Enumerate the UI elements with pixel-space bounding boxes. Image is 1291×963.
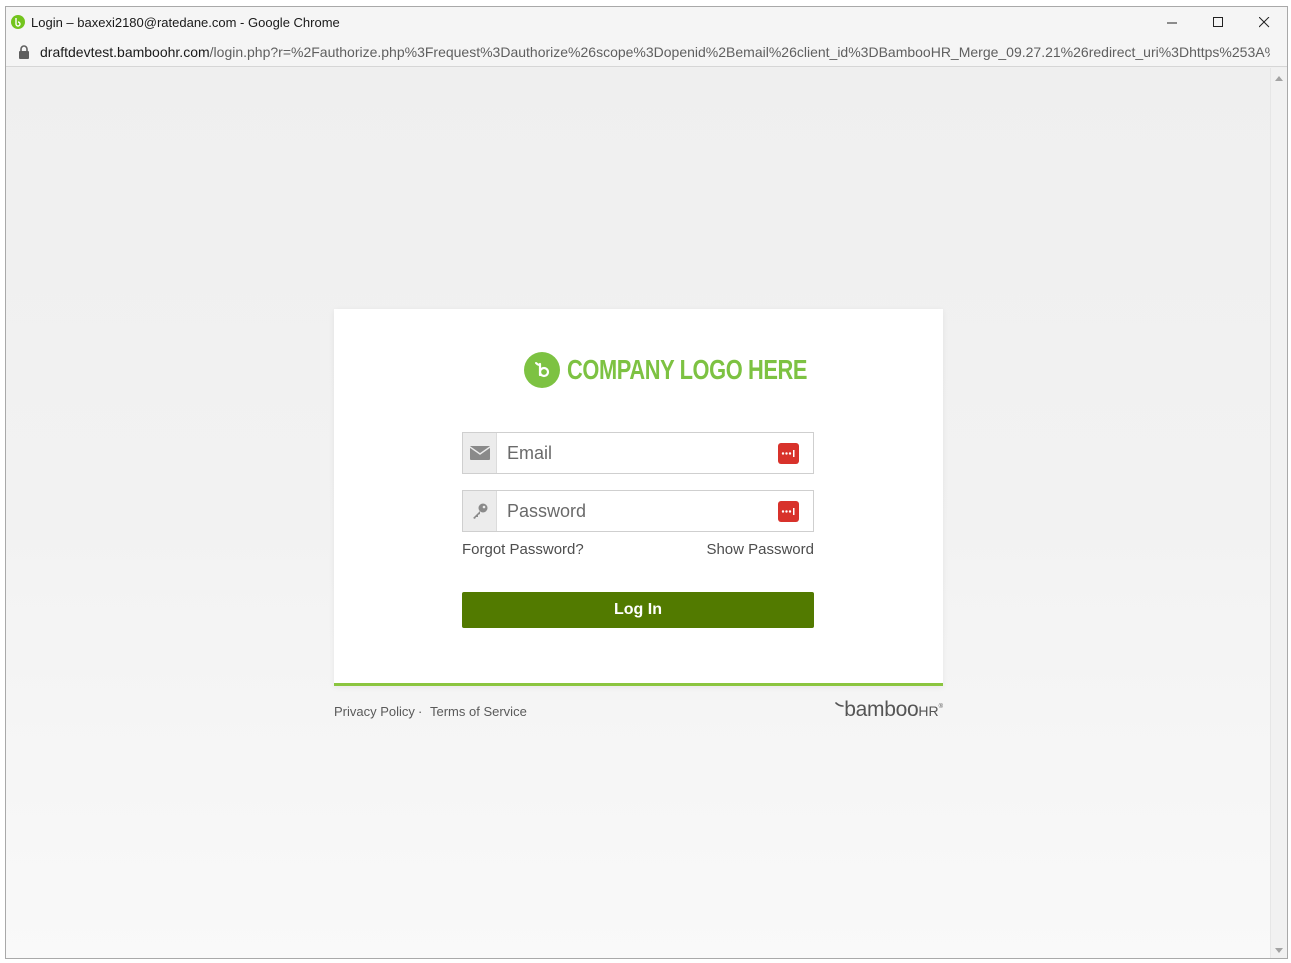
login-button[interactable]: Log In bbox=[462, 592, 814, 628]
footer-separator: · bbox=[418, 704, 423, 719]
window-title: Login – baxexi2180@ratedane.com - Google… bbox=[31, 14, 340, 30]
password-field[interactable] bbox=[462, 490, 814, 532]
password-manager-icon[interactable] bbox=[778, 442, 799, 464]
minimize-button[interactable] bbox=[1149, 7, 1195, 37]
login-card: COMPANY LOGO HERE Email Forgot Password?… bbox=[334, 309, 943, 686]
title-bar[interactable]: Login – baxexi2180@ratedane.com - Google… bbox=[6, 7, 1287, 37]
brand-hr-text: HR bbox=[918, 703, 939, 719]
scroll-down-icon[interactable] bbox=[1275, 948, 1283, 953]
lock-icon[interactable] bbox=[18, 44, 30, 59]
vertical-scrollbar[interactable] bbox=[1270, 68, 1287, 958]
bamboohr-brand-logo: bamboo HR ® bbox=[835, 698, 943, 722]
address-bar[interactable]: draftdevtest.bamboohr.com/login.php?r=%2… bbox=[6, 37, 1287, 67]
email-field[interactable] bbox=[462, 432, 814, 474]
close-icon bbox=[1258, 16, 1269, 27]
company-logo: COMPANY LOGO HERE bbox=[524, 351, 875, 389]
company-logo-text: COMPANY LOGO HERE bbox=[567, 354, 808, 385]
url-host: draftdevtest.bamboohr.com bbox=[40, 43, 210, 60]
password-input[interactable] bbox=[497, 491, 778, 531]
email-input[interactable] bbox=[497, 433, 778, 473]
browser-window: Login – baxexi2180@ratedane.com - Google… bbox=[5, 6, 1288, 959]
bamboo-leaf-icon bbox=[835, 702, 845, 707]
minimize-icon bbox=[1166, 22, 1177, 23]
login-footer: Privacy Policy · Terms of Service bamboo… bbox=[334, 698, 943, 726]
maximize-icon bbox=[1212, 16, 1223, 27]
brand-bamboo-text: bamboo bbox=[844, 698, 919, 721]
window-controls bbox=[1149, 7, 1287, 37]
password-manager-icon[interactable] bbox=[778, 500, 799, 522]
password-links-row: Forgot Password? Show Password bbox=[462, 541, 814, 561]
envelope-icon bbox=[463, 433, 497, 473]
maximize-button[interactable] bbox=[1195, 7, 1241, 37]
privacy-policy-link[interactable]: Privacy Policy bbox=[334, 704, 415, 719]
close-window-button[interactable] bbox=[1241, 7, 1287, 37]
key-icon bbox=[463, 491, 497, 531]
page-viewport: COMPANY LOGO HERE Email Forgot Password?… bbox=[6, 68, 1272, 958]
bamboohr-favicon-icon bbox=[11, 15, 25, 29]
bamboo-logo-icon bbox=[524, 352, 560, 388]
show-password-link[interactable]: Show Password bbox=[706, 541, 814, 558]
scroll-up-icon[interactable] bbox=[1275, 76, 1283, 81]
url-text[interactable]: draftdevtest.bamboohr.com/login.php?r=%2… bbox=[40, 44, 1270, 60]
brand-registered-mark: ® bbox=[938, 704, 943, 710]
url-path: /login.php?r=%2Fauthorize.php%3Frequest%… bbox=[209, 43, 1270, 60]
forgot-password-link[interactable]: Forgot Password? bbox=[462, 541, 584, 558]
terms-of-service-link[interactable]: Terms of Service bbox=[430, 704, 527, 719]
